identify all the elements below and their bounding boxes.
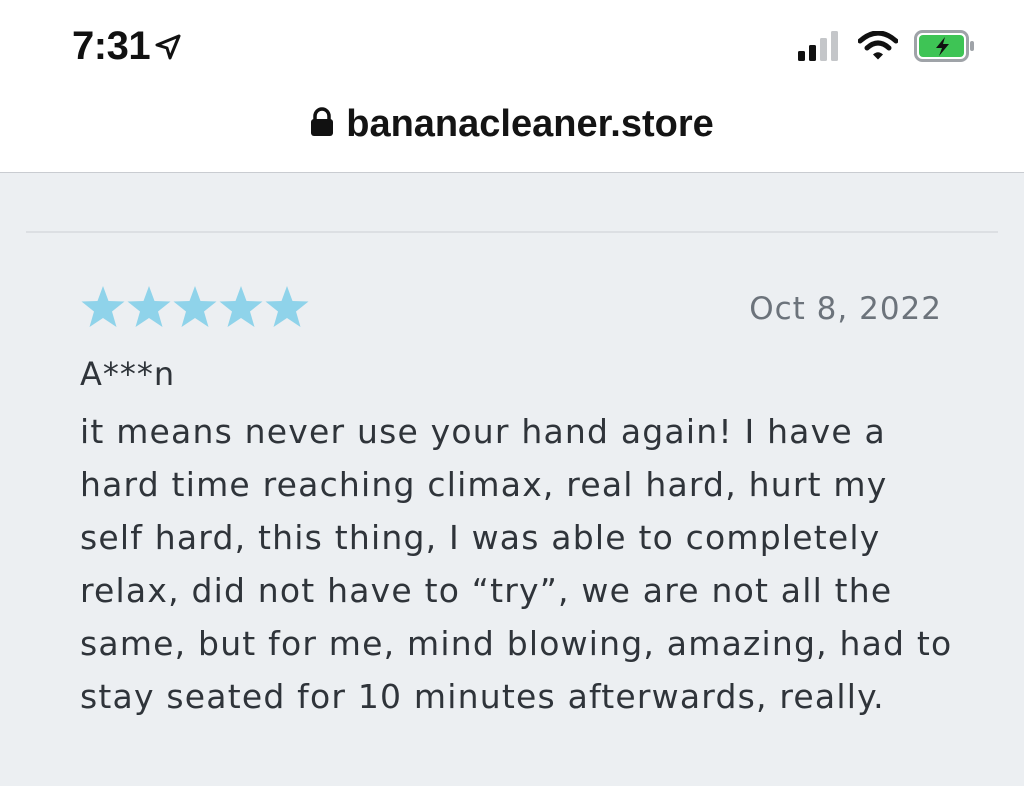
wifi-icon [857,30,899,65]
address-bar[interactable]: bananacleaner.store [0,96,1024,173]
battery-charging-icon [914,30,976,66]
star-icon [172,285,218,329]
cellular-signal-icon [798,31,842,65]
review-text: it means never use your hand again! I ha… [80,412,953,716]
url-text[interactable]: bananacleaner.store [346,103,714,146]
review-section: Oct 8, 2022 A***n it means never use you… [0,173,1024,786]
star-icon [80,285,126,329]
lock-icon [310,107,334,141]
star-icon [126,285,172,329]
star-icon [218,285,264,329]
status-icons [798,30,976,66]
review-date: Oct 8, 2022 [749,291,942,327]
location-arrow-icon [154,33,182,61]
time-label: 7:31 [72,24,151,68]
status-time: 7:31 [72,24,182,69]
status-bar: 7:31 [0,0,1024,96]
review-divider [26,231,998,233]
reviewer-name: A***n [80,355,176,393]
star-icon [264,285,310,329]
star-rating [80,285,310,329]
